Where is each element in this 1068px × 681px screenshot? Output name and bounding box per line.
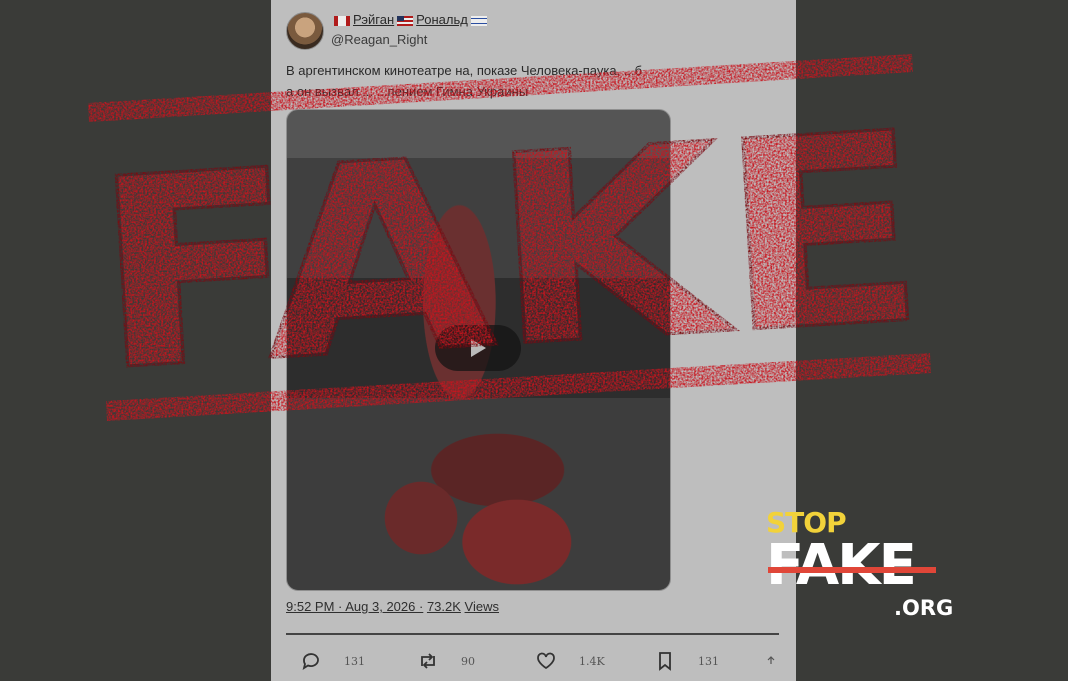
divider xyxy=(286,633,779,635)
repost-count: 90 xyxy=(461,654,475,668)
tweet-meta: 9:52 PM · Aug 3, 2026 · 73.2K Views xyxy=(286,599,499,614)
share-action[interactable] xyxy=(760,650,782,672)
us-flag-icon xyxy=(397,15,414,26)
tweet-text-line-1: В аргентинском кинотеатре на, показе Чел… xyxy=(286,63,643,78)
reply-icon xyxy=(300,650,322,672)
screenshot-stage: Рэйган Рональд @Reagan_Right В аргентинск… xyxy=(0,0,1068,681)
display-name[interactable]: Рэйган Рональд xyxy=(331,12,490,27)
tweet-card: Рэйган Рональд @Reagan_Right В аргентинск… xyxy=(271,0,796,681)
like-action[interactable]: 1.4K xyxy=(535,650,605,672)
play-icon xyxy=(471,339,486,357)
logo-strike-bar xyxy=(768,567,936,573)
tweet-timestamp[interactable]: 9:52 PM · Aug 3, 2026 · xyxy=(286,599,423,614)
logo-fake-text: FAKE xyxy=(766,533,917,598)
repost-icon xyxy=(417,650,439,672)
views-count[interactable]: 73.2K xyxy=(427,599,461,614)
share-icon xyxy=(760,650,782,672)
views-label[interactable]: Views xyxy=(465,599,499,614)
reply-action[interactable]: 131 xyxy=(300,650,365,672)
like-icon xyxy=(535,650,557,672)
stopfake-logo: STOP FAKE .ORG xyxy=(766,506,953,626)
reply-count: 131 xyxy=(344,654,365,668)
play-button[interactable] xyxy=(435,325,521,371)
bookmark-count: 131 xyxy=(698,654,719,668)
logo-org-text: .ORG xyxy=(894,596,954,620)
display-name-part-1: Рэйган xyxy=(353,12,395,27)
tweet-text: В аргентинском кинотеатре на, показе Чел… xyxy=(286,60,776,102)
video-player[interactable] xyxy=(286,109,671,591)
display-name-part-2: Рональд xyxy=(416,12,468,27)
repost-action[interactable]: 90 xyxy=(417,650,475,672)
bookmark-action[interactable]: 131 xyxy=(654,650,719,672)
canada-flag-icon xyxy=(334,15,350,26)
israel-flag-icon xyxy=(470,15,487,26)
user-handle[interactable]: @Reagan_Right xyxy=(331,32,427,47)
like-count: 1.4K xyxy=(579,654,605,668)
bookmark-icon xyxy=(654,650,676,672)
tweet-text-line-2: а он вызвал ... ...пением Гимна Украины xyxy=(286,84,529,99)
avatar[interactable] xyxy=(286,12,324,50)
